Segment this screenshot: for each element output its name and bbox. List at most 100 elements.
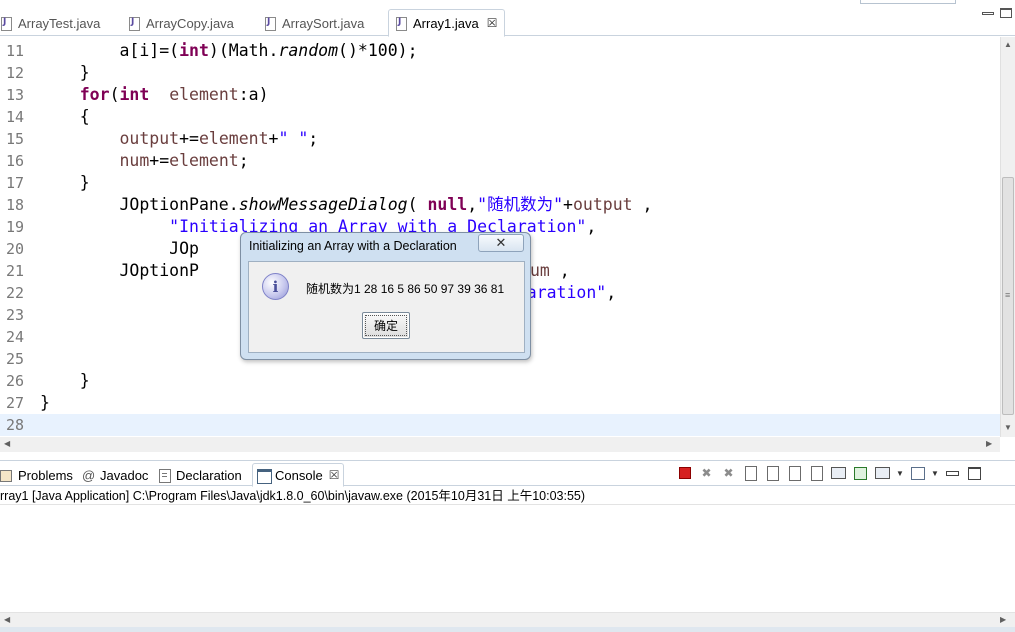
editor-tab-arraysort[interactable]: ArraySort.java [264,10,364,36]
dropdown-arrow-icon[interactable]: ▼ [896,465,904,482]
console-icon [257,468,272,484]
maximize-icon[interactable] [1000,8,1012,18]
code-line[interactable]: 11 a[i]=(int)(Math.random()*100); [0,40,1000,62]
scroll-up-arrow-icon[interactable]: ▲ [1004,40,1012,49]
scroll-left-arrow-icon[interactable]: ◀ [4,615,10,624]
dialog-close-button[interactable]: ✕ [478,234,524,252]
tab-label: Problems [18,467,73,483]
line-number: 18 [6,196,25,214]
editor-tab-array1[interactable]: Array1.java ☒ [388,9,505,37]
java-file-icon [395,16,407,31]
tab-label: Declaration [176,467,242,483]
code-line[interactable]: 17 } [0,172,1000,194]
code-line[interactable]: 14 { [0,106,1000,128]
tab-javadoc[interactable]: @ Javadoc [82,465,148,485]
console-output[interactable] [0,506,1015,612]
code-text: num+=element; [119,151,249,170]
tab-label: Console [275,467,323,483]
console-horizontal-scrollbar[interactable]: ◀ ▶ [0,612,1015,627]
line-number: 20 [6,240,25,258]
line-number: 12 [6,64,25,82]
editor-tab-arraycopy[interactable]: ArrayCopy.java [128,10,234,36]
line-number: 16 [6,152,25,170]
line-number: 22 [6,284,25,302]
clear-console-icon[interactable] [742,465,759,482]
quick-access-field[interactable] [860,0,956,4]
scrollbar-thumb[interactable]: ≡ [1002,177,1014,415]
editor-tab-label: ArrayCopy.java [146,15,234,31]
editor-tab-bar: ArrayTest.java ArrayCopy.java ArraySort.… [0,0,1015,37]
editor-tab-label: Array1.java [413,15,479,31]
scroll-right-arrow-icon[interactable]: ▶ [986,439,992,448]
remove-all-terminated-icon[interactable]: ✖ [720,465,737,482]
tab-console[interactable]: Console ☒ [252,463,345,487]
terminate-icon[interactable] [676,465,693,482]
javadoc-icon: @ [82,468,96,483]
line-number: 19 [6,218,25,236]
scroll-down-arrow-icon[interactable]: ▼ [1004,423,1012,432]
remove-launch-icon[interactable]: ✖ [698,465,715,482]
code-line[interactable]: 15 output+=element+" "; [0,128,1000,150]
line-number: 14 [6,108,25,126]
editor-tab-label: ArrayTest.java [18,15,101,31]
scroll-left-arrow-icon[interactable]: ◀ [4,439,10,448]
tab-problems[interactable]: Problems [0,465,73,485]
code-text: for(int element:a) [79,85,269,104]
console-toolbar: ✖ ✖ ▼ ▼ [676,463,983,483]
code-text: } [40,63,90,82]
word-wrap-icon[interactable] [830,465,847,482]
line-number: 25 [6,350,25,368]
code-text: { [40,107,90,126]
dialog-content: i 随机数为1 28 16 5 86 50 97 39 36 81 确定 [248,261,525,353]
line-number: 26 [6,372,25,390]
minimize-icon[interactable] [944,465,961,482]
code-text: output+=element+" "; [119,129,319,148]
line-number: 27 [6,394,25,412]
code-line[interactable]: 16 num+=element; [0,150,1000,172]
code-line[interactable]: 27} [0,392,1000,414]
java-file-icon [264,16,276,31]
grip-icon: ≡ [1005,290,1011,300]
tab-declaration[interactable]: Declaration [158,465,242,485]
close-icon: ✕ [495,235,507,250]
code-text: } [40,393,50,412]
tab-label: Javadoc [100,467,149,483]
code-line[interactable]: 12 } [0,62,1000,84]
minimize-icon[interactable] [982,12,994,15]
close-icon[interactable]: ☒ [329,468,340,482]
scroll-lock-icon[interactable] [764,465,781,482]
ok-button[interactable]: 确定 [362,312,410,339]
line-number: 17 [6,174,25,192]
message-dialog: Initializing an Array with a Declaration… [240,232,531,360]
editor-horizontal-scrollbar[interactable]: ◀ ▶ [0,437,1000,452]
code-line[interactable]: 28 [0,414,1000,436]
maximize-icon[interactable] [966,465,983,482]
editor-tab-arraytest[interactable]: ArrayTest.java [0,10,100,36]
display-console-icon[interactable] [874,465,891,482]
code-line[interactable]: 13 for(int element:a) [0,84,1000,106]
editor-vertical-scrollbar[interactable]: ▲ ≡ ▼ [1000,37,1015,437]
line-number: 13 [6,86,25,104]
line-number: 28 [6,416,25,434]
dropdown-arrow-icon[interactable]: ▼ [931,465,939,482]
show-on-stdout-icon[interactable] [786,465,803,482]
declaration-icon [158,468,172,483]
open-console-icon[interactable] [909,465,926,482]
pin-console-icon[interactable] [852,465,869,482]
line-number: 23 [6,306,25,324]
code-line[interactable]: 26 } [0,370,1000,392]
line-number: 21 [6,262,25,280]
line-number: 11 [6,42,25,60]
java-file-icon [0,16,12,31]
dialog-title: Initializing an Array with a Declaration [249,239,457,253]
line-number: 15 [6,130,25,148]
dialog-message: 随机数为1 28 16 5 86 50 97 39 36 81 [306,282,505,296]
code-text: JOptionPane.showMessageDialog( null,"随机数… [40,195,653,214]
code-text: a[i]=(int)(Math.random()*100); [40,41,418,60]
close-icon[interactable]: ☒ [487,16,498,30]
editor-tab-label: ArraySort.java [282,15,365,31]
line-number: 24 [6,328,25,346]
code-line[interactable]: 18 JOptionPane.showMessageDialog( null,"… [0,194,1000,216]
show-on-stderr-icon[interactable] [808,465,825,482]
scroll-right-arrow-icon[interactable]: ▶ [1000,615,1006,624]
